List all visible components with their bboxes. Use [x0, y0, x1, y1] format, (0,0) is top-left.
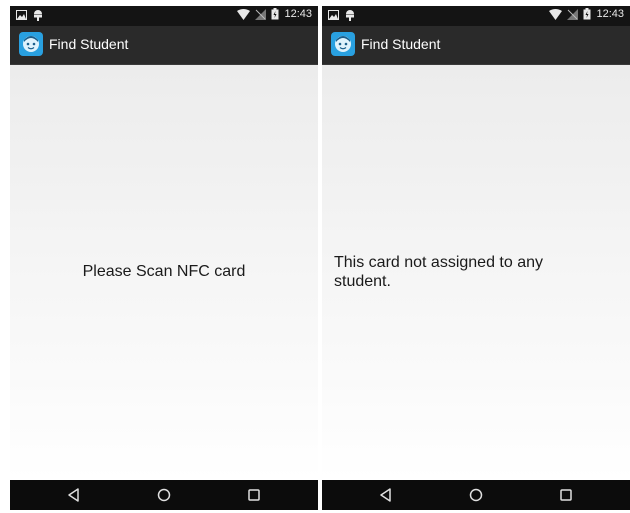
content-area: This card not assigned to any student.: [322, 65, 630, 480]
home-icon[interactable]: [156, 487, 172, 503]
no-signal-icon: [567, 8, 579, 20]
android-debug-icon: [33, 9, 43, 21]
android-debug-icon: [345, 9, 355, 21]
back-icon[interactable]: [378, 487, 394, 503]
phone-screen-unassigned-card: 12:43 Find Student This card not assigne…: [322, 6, 630, 510]
no-signal-icon: [255, 8, 267, 20]
action-bar: Find Student: [322, 26, 630, 65]
wifi-icon: [549, 8, 563, 20]
recents-icon[interactable]: [558, 487, 574, 503]
back-icon[interactable]: [66, 487, 82, 503]
gallery-notification-icon: [328, 10, 339, 20]
status-time: 12:43: [596, 8, 624, 20]
status-time: 12:43: [284, 8, 312, 20]
battery-icon: [583, 8, 591, 20]
battery-icon: [271, 8, 279, 20]
navigation-bar: [322, 480, 630, 510]
content-area: Please Scan NFC card: [10, 65, 318, 480]
scan-prompt-message: Please Scan NFC card: [82, 263, 246, 280]
phone-screen-scan-prompt: 12:43 Find Student Please Scan NFC card: [10, 6, 318, 510]
app-title: Find Student: [49, 36, 129, 52]
recents-icon[interactable]: [246, 487, 262, 503]
status-bar: 12:43: [10, 6, 318, 26]
app-title: Find Student: [361, 36, 441, 52]
navigation-bar: [10, 480, 318, 510]
status-bar: 12:43: [322, 6, 630, 26]
gallery-notification-icon: [16, 10, 27, 20]
action-bar: Find Student: [10, 26, 318, 65]
student-face-icon[interactable]: [19, 32, 43, 56]
unassigned-card-message: This card not assigned to any student.: [334, 254, 544, 290]
home-icon[interactable]: [468, 487, 484, 503]
student-face-icon[interactable]: [331, 32, 355, 56]
wifi-icon: [237, 8, 251, 20]
screenshot-stage: 12:43 Find Student Please Scan NFC card: [0, 0, 630, 513]
